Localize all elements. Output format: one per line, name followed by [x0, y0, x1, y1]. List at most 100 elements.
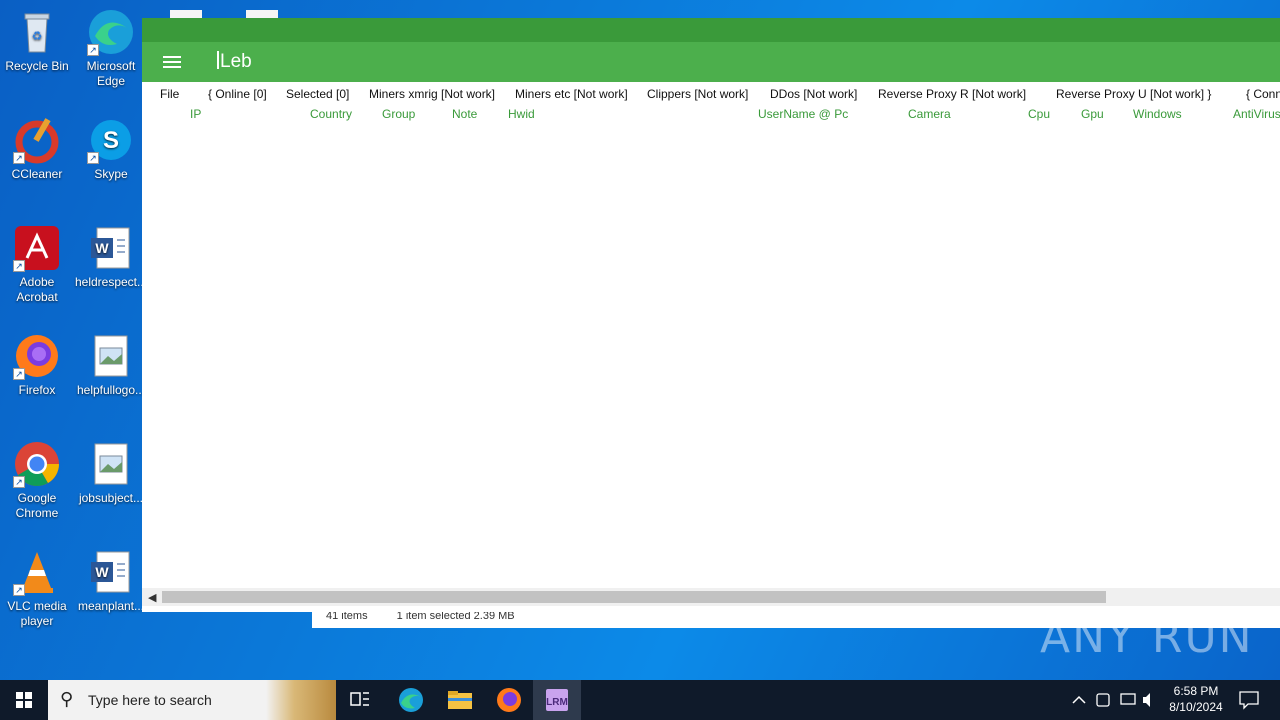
word-document-icon: W: [87, 224, 135, 272]
windows-logo-icon: [16, 692, 32, 708]
menu-selected[interactable]: Selected [0]: [286, 87, 349, 101]
svg-text:S: S: [103, 127, 119, 154]
desktop-icon-label: Recycle Bin: [5, 59, 69, 73]
column-cpu[interactable]: Cpu: [1028, 107, 1050, 121]
scrollbar-thumb[interactable]: [162, 591, 1106, 603]
firefox-icon: ↗: [13, 332, 61, 380]
svg-text:♻: ♻: [32, 29, 43, 43]
taskbar-search-box[interactable]: ⚲ Type here to search: [48, 680, 336, 720]
desktop-icon-label: CCleaner: [11, 167, 63, 181]
desktop-icon-label: Firefox: [18, 383, 56, 397]
app-title: Leb: [217, 51, 252, 73]
window-title-bar[interactable]: [142, 18, 1280, 42]
svg-text:W: W: [95, 240, 109, 256]
desktop-icon-label: Google Chrome: [15, 491, 59, 520]
word-document-icon: W: [87, 548, 135, 596]
menu-ddos[interactable]: DDos [Not work]: [770, 87, 857, 101]
search-highlight-image: [266, 680, 336, 720]
desktop-icon-vlc[interactable]: ↗ VLC media player: [0, 548, 74, 629]
task-view-icon[interactable]: [340, 684, 380, 716]
desktop-icon-label: helpfullogo...: [76, 383, 146, 397]
chevron-up-icon: [1072, 695, 1086, 704]
shortcut-arrow-icon: ↗: [13, 260, 25, 272]
desktop-icon-google-chrome[interactable]: ↗ Google Chrome: [0, 440, 74, 521]
menu-miners-etc[interactable]: Miners etc [Not work]: [515, 87, 628, 101]
column-note[interactable]: Note: [452, 107, 477, 121]
column-camera[interactable]: Camera: [908, 107, 951, 121]
desktop-icon-label: meanplant...: [77, 599, 145, 613]
scroll-left-icon[interactable]: ◀: [148, 591, 156, 604]
ccleaner-icon: ↗: [13, 116, 61, 164]
app-header: Leb: [142, 42, 1280, 82]
start-button[interactable]: [0, 680, 48, 720]
file-explorer-icon[interactable]: [440, 684, 480, 716]
column-gpu[interactable]: Gpu: [1081, 107, 1104, 121]
desktop-icon-jobsubject[interactable]: jobsubject...: [74, 440, 148, 506]
search-icon: ⚲: [60, 689, 74, 709]
desktop-icon-firefox[interactable]: ↗ Firefox: [0, 332, 74, 398]
notification-center-icon[interactable]: [1232, 684, 1272, 716]
shortcut-arrow-icon: ↗: [13, 368, 25, 380]
taskbar-clock[interactable]: 6:58 PM 8/10/2024: [1160, 683, 1232, 715]
menu-miners-xmrig[interactable]: Miners xmrig [Not work]: [369, 87, 495, 101]
active-app-taskbar-button[interactable]: LRM: [533, 680, 581, 720]
firefox-taskbar-icon[interactable]: [489, 684, 529, 716]
taskbar: ⚲ Type here to search LRM 6:58 PM 8/10/2…: [0, 680, 1280, 720]
desktop-icon-recycle-bin[interactable]: ♻ Recycle Bin: [0, 8, 74, 74]
chrome-icon: ↗: [13, 440, 61, 488]
menu-reverse-proxy-u[interactable]: Reverse Proxy U [Not work] }: [1056, 87, 1211, 101]
desktop-icon-label: heldrespect...: [74, 275, 148, 289]
column-hwid[interactable]: Hwid: [508, 107, 535, 121]
desktop-icon-meanplant[interactable]: W meanplant...: [74, 548, 148, 614]
menu-online[interactable]: { Online [0]: [208, 87, 267, 101]
meet-now-icon: [1096, 693, 1110, 707]
desktop-icon-skype[interactable]: S ↗ Skype: [74, 116, 148, 182]
menu-file[interactable]: File: [160, 87, 179, 101]
clock-date: 8/10/2024: [1169, 700, 1223, 714]
edge-icon: ↗: [87, 8, 135, 56]
desktop-icon-heldrespect[interactable]: W heldrespect...: [74, 224, 148, 290]
anyrun-watermark: ANY RUN: [1040, 612, 1254, 663]
recycle-bin-icon: ♻: [13, 8, 61, 56]
column-ip[interactable]: IP: [190, 107, 201, 121]
vlc-cone-icon: ↗: [13, 548, 61, 596]
edge-taskbar-icon[interactable]: [391, 684, 431, 716]
skype-icon: S ↗: [87, 116, 135, 164]
column-windows[interactable]: Windows: [1133, 107, 1182, 121]
shortcut-arrow-icon: ↗: [13, 476, 25, 488]
column-group[interactable]: Group: [382, 107, 415, 121]
desktop-icon-ccleaner[interactable]: ↗ CCleaner: [0, 116, 74, 182]
shortcut-arrow-icon: ↗: [87, 152, 99, 164]
column-antivirus[interactable]: AntiVirus: [1233, 107, 1280, 121]
desktop-icon-microsoft-edge[interactable]: ↗ Microsoft Edge: [74, 8, 148, 89]
desktop-icon-label: VLC media player: [7, 599, 67, 628]
clock-time: 6:58 PM: [1173, 684, 1219, 698]
search-placeholder: Type here to search: [88, 692, 212, 708]
image-file-icon: [87, 440, 135, 488]
rat-panel-window: Leb File { Online [0] Selected [0] Miner…: [142, 18, 1280, 612]
table-column-header: IP Country Group Note Hwid UserName @ Pc…: [142, 104, 1280, 124]
column-username-pc[interactable]: UserName @ Pc: [758, 107, 848, 121]
volume-icon: [1143, 693, 1150, 707]
shortcut-arrow-icon: ↗: [13, 152, 25, 164]
menu-clippers[interactable]: Clippers [Not work]: [647, 87, 748, 101]
desktop-icon-label: Adobe Acrobat: [16, 275, 58, 304]
image-file-icon: [87, 332, 135, 380]
desktop-icon-label: Microsoft Edge: [86, 59, 136, 88]
horizontal-scrollbar[interactable]: ◀: [142, 588, 1280, 606]
menu-reverse-proxy-r[interactable]: Reverse Proxy R [Not work]: [878, 87, 1026, 101]
background-explorer-window: [142, 0, 1280, 20]
hamburger-menu-icon[interactable]: [163, 54, 183, 70]
menu-connections[interactable]: { Conn: [1246, 87, 1280, 101]
network-icon: [1120, 693, 1136, 705]
system-tray: [1068, 680, 1158, 720]
rat-app-icon: LRM: [546, 689, 568, 711]
desktop-icon-helpfullogo[interactable]: helpfullogo...: [74, 332, 148, 398]
column-country[interactable]: Country: [310, 107, 352, 121]
desktop-icon-label: jobsubject...: [78, 491, 144, 505]
menu-bar: File { Online [0] Selected [0] Miners xm…: [142, 82, 1280, 104]
desktop-icon-adobe-acrobat[interactable]: ↗ Adobe Acrobat: [0, 224, 74, 305]
shortcut-arrow-icon: ↗: [87, 44, 99, 56]
acrobat-icon: ↗: [13, 224, 61, 272]
shortcut-arrow-icon: ↗: [13, 584, 25, 596]
